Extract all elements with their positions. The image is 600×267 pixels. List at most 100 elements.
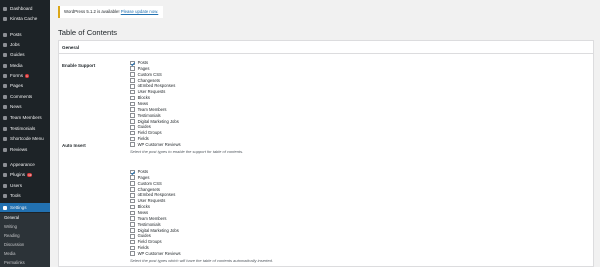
checkbox[interactable]: [130, 72, 135, 77]
sidebar-item-shortcode-menu[interactable]: Shortcode Menu: [0, 134, 50, 143]
sidebar-item-users[interactable]: Users: [0, 181, 50, 190]
checkbox[interactable]: [130, 233, 135, 239]
appearance-icon: [3, 162, 7, 167]
update-notice-text: WordPress 5.1.2 is available!: [64, 9, 121, 14]
sidebar-item-media[interactable]: Media: [0, 61, 50, 70]
forms-icon: [3, 73, 7, 78]
sidebar-item-team-members[interactable]: Team Members: [0, 113, 50, 122]
media-icon: [3, 63, 7, 68]
sidebar-item-label: Team Members: [10, 115, 42, 120]
checkbox[interactable]: [130, 216, 135, 221]
checkbox[interactable]: [130, 175, 135, 181]
enable-support-description: Select the post types to enable the supp…: [130, 148, 244, 154]
checkbox[interactable]: [130, 251, 135, 257]
pin-icon: [3, 115, 7, 120]
checkbox-label: WP Customer Reviews: [137, 250, 181, 256]
checkbox[interactable]: [130, 142, 135, 148]
checkbox[interactable]: [130, 222, 135, 227]
auto-insert-option-wp-customer-reviews[interactable]: WP Customer Reviews: [130, 251, 181, 257]
sidebar-item-dashboard[interactable]: Dashboard: [0, 4, 50, 13]
sidebar-item-news[interactable]: News: [0, 102, 50, 111]
sidebar-item-appearance[interactable]: Appearance: [0, 160, 50, 169]
pin-icon: [3, 32, 7, 37]
tools-icon: [3, 193, 7, 198]
sidebar-item-label: Testimonials: [10, 126, 36, 131]
sidebar-item-label: Shortcode Menu: [10, 136, 44, 141]
enable-support-option-wp-customer-reviews[interactable]: WP Customer Reviews: [130, 142, 181, 148]
update-count-badge: 13: [27, 172, 33, 177]
checkbox[interactable]: [130, 204, 135, 210]
auto-insert-description: Select the post types which will have th…: [130, 257, 273, 263]
sidebar-item-testimonials[interactable]: Testimonials: [0, 124, 50, 133]
shortcode-icon: [3, 136, 7, 141]
sidebar-item-label: Posts: [10, 32, 22, 37]
sidebar-item-label: News: [10, 104, 22, 109]
checkbox[interactable]: [130, 60, 135, 66]
checkbox[interactable]: [130, 78, 135, 83]
sidebar-item-comments[interactable]: Comments: [0, 92, 50, 101]
settings-icon: [3, 205, 7, 210]
checkbox[interactable]: [130, 107, 135, 112]
checkbox[interactable]: [130, 245, 135, 251]
settings-panel: General Enable Support Auto Insert Posts…: [58, 40, 594, 267]
checkbox[interactable]: [130, 192, 135, 198]
checkbox[interactable]: [130, 83, 135, 89]
checkbox[interactable]: [130, 136, 135, 142]
submenu-item-writing[interactable]: Writing: [0, 223, 50, 231]
comments-icon: [3, 94, 7, 99]
sidebar-item-settings[interactable]: Settings: [0, 203, 50, 212]
pages-icon: [3, 83, 7, 88]
checkbox[interactable]: [130, 101, 135, 107]
checkbox[interactable]: [130, 181, 135, 186]
submenu-item-media[interactable]: Media: [0, 250, 50, 258]
update-notice: WordPress 5.1.2 is available! Please upd…: [58, 6, 163, 18]
checkbox[interactable]: [130, 89, 135, 95]
submenu-item-reading[interactable]: Reading: [0, 232, 50, 240]
submenu-item-discussion[interactable]: Discussion: [0, 241, 50, 249]
auto-insert-label: Auto Insert: [62, 143, 86, 148]
sidebar-item-tools[interactable]: Tools: [0, 191, 50, 200]
update-now-link[interactable]: Please update now.: [121, 9, 159, 14]
checkbox[interactable]: [130, 113, 135, 118]
sidebar-item-label: Tools: [10, 193, 21, 198]
plugins-icon: [3, 172, 7, 177]
pin-icon: [3, 42, 7, 47]
sidebar-item-guides[interactable]: Guides: [0, 50, 50, 59]
sidebar-item-jobs[interactable]: Jobs: [0, 40, 50, 49]
sidebar-item-label: Settings: [10, 205, 27, 210]
enable-support-label: Enable Support: [62, 63, 96, 68]
submenu-item-general[interactable]: General: [0, 214, 50, 222]
sidebar-item-label: Kinsta Cache: [10, 16, 38, 21]
sidebar-item-reviews[interactable]: Reviews: [0, 145, 50, 154]
sidebar-item-label: Dashboard: [10, 6, 33, 11]
kinsta-cache-icon: [3, 16, 7, 21]
sidebar-item-plugins[interactable]: Plugins 13: [0, 170, 50, 179]
sidebar-item-label: Appearance: [10, 162, 35, 167]
users-icon: [3, 183, 7, 188]
checkbox[interactable]: [130, 66, 135, 72]
sidebar-item-kinsta-cache[interactable]: Kinsta Cache: [0, 14, 50, 23]
submenu-item-permalinks[interactable]: Permalinks: [0, 259, 50, 267]
sidebar-item-label: Jobs: [10, 42, 20, 47]
update-count-badge: 1: [25, 73, 30, 78]
pin-icon: [3, 126, 7, 131]
checkbox[interactable]: [130, 228, 135, 233]
checkbox[interactable]: [130, 169, 135, 175]
checkbox[interactable]: [130, 119, 135, 124]
checkbox[interactable]: [130, 210, 135, 216]
checkbox[interactable]: [130, 130, 135, 136]
checkbox[interactable]: [130, 187, 135, 192]
sidebar-item-label: Users: [10, 183, 22, 188]
pin-icon: [3, 52, 7, 57]
sidebar-item-label: Plugins: [10, 172, 26, 177]
checkbox[interactable]: [130, 239, 135, 245]
sidebar-item-posts[interactable]: Posts: [0, 30, 50, 39]
checkbox[interactable]: [130, 95, 135, 101]
dashboard-icon: [3, 6, 7, 11]
checkbox[interactable]: [130, 124, 135, 130]
sidebar-item-label: Guides: [10, 52, 25, 57]
sidebar-item-forms[interactable]: Forms 1: [0, 71, 50, 80]
sidebar-item-label: Forms: [10, 73, 24, 78]
sidebar-item-pages[interactable]: Pages: [0, 81, 50, 90]
checkbox[interactable]: [130, 198, 135, 204]
